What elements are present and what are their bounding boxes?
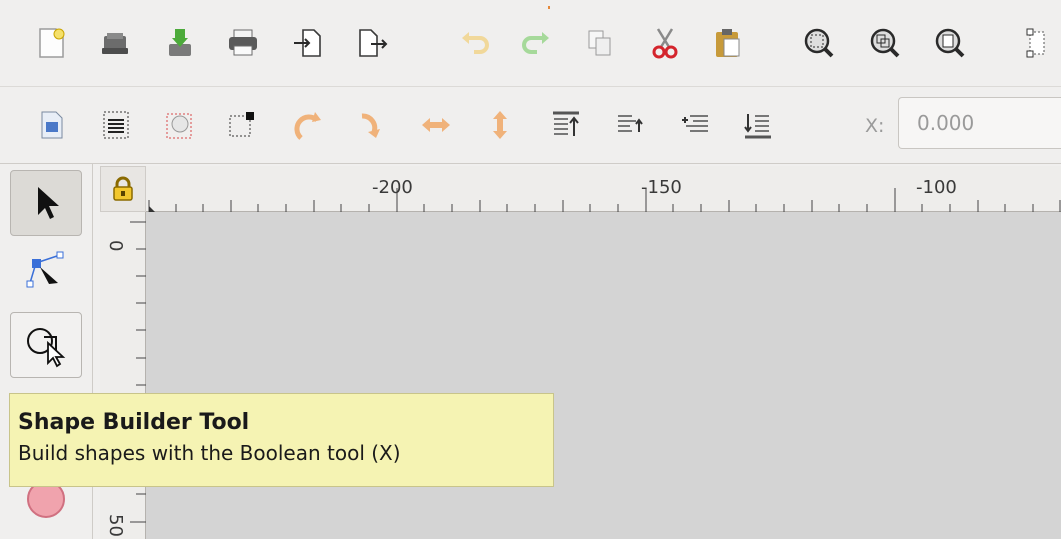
print-icon xyxy=(229,29,257,56)
horizontal-ruler-label: -200 xyxy=(372,177,413,198)
paste-icon xyxy=(716,29,740,57)
x-coordinate-label: X: xyxy=(865,115,885,137)
flip-horizontal-icon xyxy=(422,118,450,132)
undo-button[interactable] xyxy=(453,21,497,65)
flip-vertical-icon xyxy=(493,111,507,139)
rotate-ccw-icon xyxy=(294,112,321,140)
redo-icon xyxy=(522,32,549,54)
flip-horizontal-button[interactable] xyxy=(414,103,458,147)
paste-button[interactable] xyxy=(706,21,750,65)
undo-icon xyxy=(462,32,489,54)
horizontal-ruler-label: -100 xyxy=(916,177,957,198)
new-document-icon xyxy=(39,28,65,58)
vertical-ruler-label: 0 xyxy=(105,240,126,252)
zoom-selection-icon xyxy=(804,28,834,58)
export-icon xyxy=(359,29,388,57)
node-corner-button[interactable] xyxy=(221,103,265,147)
tool-tooltip: Shape Builder Tool Build shapes with the… xyxy=(9,393,554,487)
selector-tool-button[interactable] xyxy=(10,170,82,236)
rotate-ccw-button[interactable] xyxy=(286,103,330,147)
rotate-cw-button[interactable] xyxy=(349,103,393,147)
export-button[interactable] xyxy=(350,21,394,65)
command-toolbar xyxy=(0,0,1061,87)
ruler-lock-toggle[interactable] xyxy=(100,166,146,212)
zoom-page-icon xyxy=(935,28,965,58)
node-tool-button[interactable] xyxy=(10,240,82,306)
print-button[interactable] xyxy=(221,21,265,65)
vertical-ruler-label: 50 xyxy=(105,514,126,537)
open-document-button[interactable] xyxy=(93,21,137,65)
import-icon xyxy=(294,29,321,57)
tooltip-description: Build shapes with the Boolean tool (X) xyxy=(18,441,401,465)
status-dot xyxy=(548,6,550,9)
lower-to-bottom-button[interactable] xyxy=(736,103,780,147)
zoom-drawing-icon xyxy=(870,28,900,58)
rotate-cw-icon xyxy=(361,113,380,138)
copy-button[interactable] xyxy=(578,21,622,65)
lower-to-bottom-icon xyxy=(744,114,771,139)
raise-to-top-icon xyxy=(553,111,579,136)
tooltip-title: Shape Builder Tool xyxy=(18,410,250,435)
drawing-canvas[interactable] xyxy=(146,212,1061,539)
import-button[interactable] xyxy=(286,21,330,65)
document-properties-button[interactable] xyxy=(30,103,74,147)
flip-vertical-button[interactable] xyxy=(478,103,522,147)
layers-button[interactable] xyxy=(94,103,138,147)
cut-icon xyxy=(652,28,678,59)
raise-icon xyxy=(618,115,643,132)
vertical-ruler-ticks xyxy=(130,221,146,523)
controls-toolbar: X: 0.000 xyxy=(0,87,1061,164)
lower-icon xyxy=(682,115,708,132)
shape-builder-tool-icon xyxy=(27,328,66,368)
horizontal-ruler-label: -150 xyxy=(641,177,682,198)
selection-bbox-icon xyxy=(166,113,192,139)
zoom-page-width-icon xyxy=(1026,28,1045,58)
cut-button[interactable] xyxy=(643,21,687,65)
raise-button[interactable] xyxy=(608,103,652,147)
selection-bbox-button[interactable] xyxy=(158,103,202,147)
zoom-selection-button[interactable] xyxy=(796,21,840,65)
new-document-button[interactable] xyxy=(30,21,74,65)
lock-icon xyxy=(113,176,133,201)
x-coordinate-input[interactable]: 0.000 xyxy=(898,97,1061,149)
zoom-page-width-button[interactable] xyxy=(1015,21,1059,65)
raise-to-top-button[interactable] xyxy=(544,103,588,147)
document-properties-icon xyxy=(41,111,63,139)
save-document-icon xyxy=(169,29,191,56)
node-tool-icon xyxy=(26,251,64,288)
lower-button[interactable] xyxy=(673,103,717,147)
horizontal-ruler[interactable]: -200 -150 -100 xyxy=(146,166,1061,212)
node-corner-icon xyxy=(229,112,254,137)
zoom-drawing-button[interactable] xyxy=(862,21,906,65)
vertical-ruler[interactable]: 0 50 xyxy=(100,212,146,539)
redo-button[interactable] xyxy=(514,21,558,65)
shape-builder-tool-button[interactable] xyxy=(10,312,82,378)
zoom-page-button[interactable] xyxy=(927,21,971,65)
selector-tool-icon xyxy=(38,187,59,219)
copy-icon xyxy=(588,30,611,56)
layers-icon xyxy=(103,111,129,139)
open-document-icon xyxy=(102,33,128,54)
save-document-button[interactable] xyxy=(158,21,202,65)
